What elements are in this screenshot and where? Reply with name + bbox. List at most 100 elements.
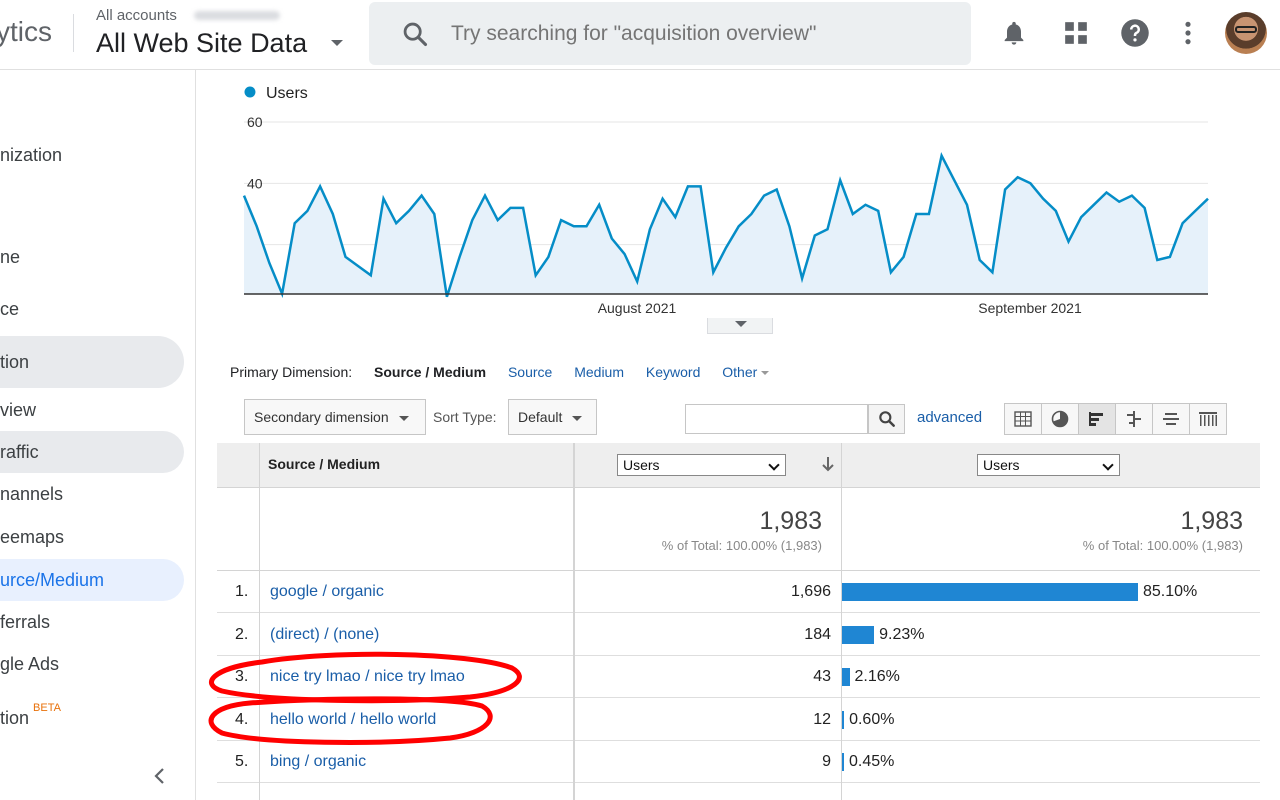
- comparison-icon: [1127, 411, 1141, 427]
- search-icon: [879, 411, 895, 427]
- help-icon[interactable]: [1120, 18, 1150, 48]
- pie-view-button[interactable]: [1042, 404, 1079, 434]
- users-share-bar: [842, 625, 875, 644]
- sidebar-item-google-ads[interactable]: gle Ads: [0, 643, 184, 685]
- search-input[interactable]: [451, 19, 951, 49]
- users-share-bar: [842, 753, 844, 771]
- sidebar-item-referrals[interactable]: ferrals: [0, 601, 184, 643]
- metric-select-users-2[interactable]: Users: [977, 454, 1120, 476]
- users-value: 9: [822, 753, 831, 770]
- total-users-percent-2: % of Total: 100.00% (1,983): [1082, 538, 1243, 553]
- users-value: 184: [804, 625, 831, 643]
- sidebar-item-label: nization: [0, 145, 63, 165]
- search-bar[interactable]: [369, 2, 971, 65]
- primary-dimension-bar: Primary Dimension: Source / Medium Sourc…: [230, 364, 787, 380]
- users-share-bar: [842, 583, 1138, 601]
- collapse-sidebar-icon[interactable]: [152, 765, 168, 787]
- beta-badge: BETA: [33, 702, 61, 714]
- pivot-icon: [1199, 412, 1217, 426]
- sidebar-item-label: urce/Medium: [0, 570, 105, 590]
- sidebar-item-label: ne: [0, 247, 21, 267]
- column-divider: [573, 443, 575, 800]
- table-header: Source / Medium Users Users: [217, 443, 1260, 488]
- sidebar-item-acquisition[interactable]: tion: [0, 336, 184, 388]
- property-selector[interactable]: All Web Site Data: [96, 28, 307, 59]
- sort-descending-icon[interactable]: [821, 456, 835, 472]
- dimension-medium-link[interactable]: Medium: [574, 364, 624, 380]
- apps-grid-icon[interactable]: [1063, 20, 1089, 46]
- sidebar-item-label: raffic: [0, 442, 39, 462]
- dimension-keyword-link[interactable]: Keyword: [646, 364, 700, 380]
- users-share-percent: 9.23%: [879, 625, 925, 643]
- legend-label: Users: [266, 85, 308, 102]
- table-row: 2. (direct) / (none) 184 9.23%: [217, 613, 1260, 656]
- more-vert-icon[interactable]: [1180, 20, 1196, 46]
- avatar[interactable]: [1225, 12, 1267, 54]
- sort-type-value: Default: [518, 409, 563, 425]
- table-row: 1. google / organic 1,696 85.10%: [217, 571, 1260, 613]
- sidebar-item-treemaps[interactable]: eemaps: [0, 516, 184, 558]
- pivot-view-button[interactable]: [1190, 404, 1226, 434]
- sort-type-dropdown[interactable]: Default: [508, 399, 597, 435]
- term-cloud-view-button[interactable]: [1153, 404, 1190, 434]
- dimension-other-link[interactable]: Other: [722, 364, 770, 380]
- chart-collapse-toggle[interactable]: [707, 318, 773, 334]
- sidebar-item-channels[interactable]: nannels: [0, 473, 184, 515]
- account-label[interactable]: All accounts: [96, 7, 177, 24]
- x-tick-label: September 2021: [978, 300, 1082, 316]
- sidebar-item-all-traffic[interactable]: raffic: [0, 431, 184, 473]
- table-row: 5. bing / organic 9 0.45%: [217, 741, 1260, 783]
- x-tick-label: August 2021: [598, 300, 677, 316]
- total-users-percent: % of Total: 100.00% (1,983): [661, 538, 822, 553]
- sidebar-item-customization[interactable]: nization: [0, 129, 184, 181]
- dimension-source-link[interactable]: Source: [508, 364, 552, 380]
- sidebar-item-home[interactable]: ne: [0, 231, 184, 283]
- other-label: Other: [722, 364, 758, 380]
- table-search-button[interactable]: [868, 404, 905, 434]
- secondary-dimension-dropdown[interactable]: Secondary dimension: [244, 399, 426, 435]
- totals-row: 1,983 % of Total: 100.00% (1,983) 1,983 …: [217, 488, 1260, 571]
- pie-chart-icon: [1051, 410, 1069, 428]
- source-medium-link[interactable]: hello world / hello world: [270, 711, 436, 729]
- line-chart: Users 604020 August 2021 September 2021: [242, 85, 1209, 316]
- legend-marker: [244, 86, 256, 98]
- total-users-2: 1,983: [1180, 507, 1243, 535]
- notifications-bell-icon[interactable]: [1000, 17, 1028, 49]
- top-bar: ytics All accounts All Web Site Data: [0, 0, 1280, 70]
- sidebar-item-overview[interactable]: view: [0, 384, 184, 436]
- sidebar-item-source-medium[interactable]: urce/Medium: [0, 559, 184, 601]
- chevron-down-icon: [398, 415, 409, 421]
- column-header-source-medium[interactable]: Source / Medium: [268, 456, 380, 472]
- sidebar-item-label: ferrals: [0, 612, 51, 632]
- redacted-account-name: [194, 11, 280, 20]
- sidebar-item-attribution[interactable]: tion BETA: [0, 696, 184, 740]
- users-value: 12: [813, 710, 831, 728]
- comparison-view-button[interactable]: [1116, 404, 1153, 434]
- y-tick-label: 60: [247, 114, 263, 130]
- sort-type-label: Sort Type:: [433, 409, 497, 425]
- bar-chart-icon: [1089, 412, 1103, 426]
- chevron-down-icon[interactable]: [331, 40, 343, 46]
- row-number: 1.: [235, 583, 249, 600]
- sidebar-item-label: tion: [0, 708, 30, 728]
- users-share-percent: 0.60%: [849, 710, 895, 728]
- source-medium-link[interactable]: google / organic: [270, 583, 384, 601]
- data-table-view-button[interactable]: [1005, 404, 1042, 434]
- source-medium-link[interactable]: nice try lmao / nice try lmao: [270, 668, 465, 686]
- search-icon: [403, 22, 428, 47]
- column-divider: [259, 443, 260, 800]
- metric-select-users[interactable]: Users: [617, 454, 786, 476]
- source-medium-link[interactable]: (direct) / (none): [270, 626, 379, 644]
- advanced-filter-link[interactable]: advanced: [917, 409, 982, 426]
- users-value: 1,696: [790, 583, 831, 600]
- source-medium-link[interactable]: bing / organic: [270, 753, 366, 771]
- sidebar-item-label: tion: [0, 352, 30, 372]
- users-share-bar: [842, 710, 845, 729]
- table-filter-input[interactable]: [685, 404, 868, 434]
- y-tick-label: 40: [247, 175, 263, 191]
- sidebar-item-audience[interactable]: ce: [0, 283, 184, 335]
- row-number: 3.: [235, 668, 249, 685]
- performance-view-button[interactable]: [1079, 404, 1116, 434]
- chevron-down-icon: [761, 371, 770, 376]
- sidebar-item-label: nannels: [0, 484, 64, 504]
